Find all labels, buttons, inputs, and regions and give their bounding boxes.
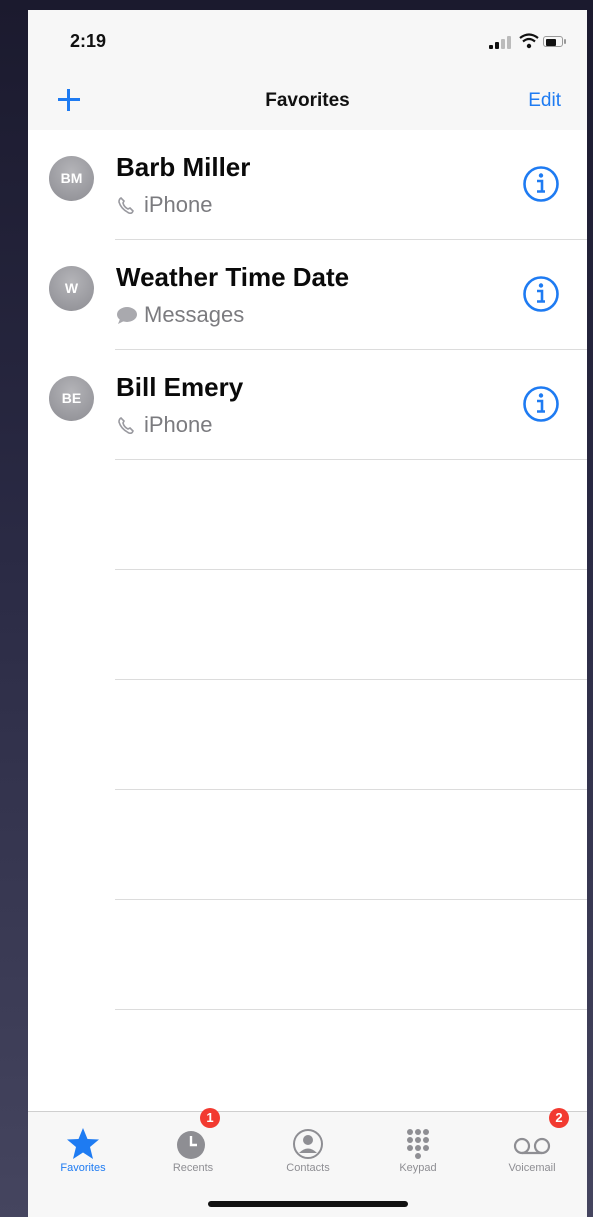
tab-voicemail[interactable]: 2 Voicemail bbox=[477, 1108, 587, 1192]
status-bar: 2:19 bbox=[28, 10, 587, 75]
tab-label: Contacts bbox=[286, 1162, 330, 1174]
status-time: 2:19 bbox=[70, 31, 107, 51]
page-title: Favorites bbox=[265, 90, 350, 111]
favorite-row-bill-emery[interactable]: BE Bill Emery iPhone bbox=[28, 350, 587, 460]
favorite-row-barb-miller[interactable]: BM Barb Miller iPhone bbox=[28, 130, 587, 240]
keypad-icon bbox=[407, 1129, 429, 1159]
empty-row bbox=[28, 900, 587, 1010]
info-icon[interactable] bbox=[521, 384, 561, 424]
recents-badge: 1 bbox=[200, 1108, 220, 1128]
tab-label: Voicemail bbox=[508, 1162, 556, 1174]
contact-type-label: Messages bbox=[144, 302, 245, 327]
empty-row bbox=[28, 460, 587, 570]
avatar: BM bbox=[49, 156, 94, 201]
favorite-row-weather-time-date[interactable]: W Weather Time Date Messages bbox=[28, 240, 587, 350]
status-icons bbox=[489, 33, 569, 50]
tab-label: Favorites bbox=[60, 1162, 106, 1174]
info-icon[interactable] bbox=[521, 274, 561, 314]
avatar: BE bbox=[49, 376, 94, 421]
contact-name: Bill Emery bbox=[116, 372, 244, 402]
wifi-icon bbox=[519, 33, 539, 49]
empty-row bbox=[28, 790, 587, 900]
contact-type-label: iPhone bbox=[144, 192, 213, 217]
voicemail-badge: 2 bbox=[549, 1108, 569, 1128]
contact-type: iPhone bbox=[116, 192, 213, 218]
contact-type: Messages bbox=[116, 302, 244, 328]
contact-type-label: iPhone bbox=[144, 412, 213, 437]
phone-icon bbox=[118, 417, 134, 435]
home-indicator bbox=[208, 1201, 408, 1207]
avatar: W bbox=[49, 266, 94, 311]
person-icon bbox=[293, 1129, 323, 1159]
star-icon bbox=[67, 1128, 99, 1159]
contact-type: iPhone bbox=[116, 412, 213, 438]
favorites-list: BM Barb Miller iPhone W Weather Time Dat… bbox=[28, 130, 587, 1010]
voicemail-icon bbox=[513, 1137, 551, 1155]
tab-label: Recents bbox=[172, 1162, 214, 1174]
empty-row bbox=[28, 570, 587, 680]
tab-recents[interactable]: 1 Recents bbox=[138, 1108, 248, 1192]
contact-name: Barb Miller bbox=[116, 152, 251, 182]
info-icon[interactable] bbox=[521, 164, 561, 204]
tab-label: Keypad bbox=[399, 1162, 437, 1174]
tab-contacts[interactable]: Contacts bbox=[253, 1112, 363, 1192]
nav-bar: Favorites Edit bbox=[28, 75, 587, 130]
edit-button[interactable]: Edit bbox=[528, 90, 561, 112]
empty-row bbox=[28, 680, 587, 790]
phone-icon bbox=[118, 197, 134, 215]
tab-keypad[interactable]: Keypad bbox=[363, 1112, 473, 1192]
cellular-signal-icon bbox=[489, 34, 515, 50]
contact-name: Weather Time Date bbox=[116, 262, 350, 292]
phone-screen: 2:19 Favorites Edit BM Barb Miller iPhon… bbox=[28, 10, 587, 1217]
tab-favorites[interactable]: Favorites bbox=[28, 1112, 138, 1192]
clock-icon bbox=[177, 1131, 205, 1159]
battery-icon bbox=[543, 36, 567, 48]
message-icon bbox=[117, 307, 137, 325]
